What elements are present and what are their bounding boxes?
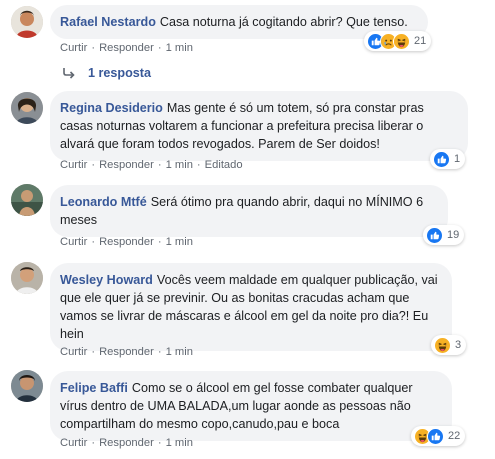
reaction-count: 19 <box>447 229 460 241</box>
comment-actions: Curtir · Responder · 1 min · Editado <box>60 159 243 171</box>
avatar[interactable] <box>11 184 43 216</box>
reply-button[interactable]: Responder <box>99 437 154 449</box>
comment-author[interactable]: Felipe Baffi <box>60 381 128 395</box>
comment-text: Casa noturna já cogitando abrir? Que ten… <box>159 15 408 29</box>
comment-actions: Curtir · Responder · 1 min <box>60 236 193 248</box>
avatar[interactable] <box>11 262 43 294</box>
comment-actions: Curtir · Responder · 1 min <box>60 437 193 449</box>
view-replies-link[interactable]: 1 resposta <box>62 66 151 80</box>
edited-label: Editado <box>204 159 243 171</box>
like-button[interactable]: Curtir <box>60 236 87 248</box>
reaction-count: 3 <box>455 339 462 351</box>
reaction-summary[interactable]: 22 <box>411 426 466 446</box>
reply-button[interactable]: Responder <box>99 42 154 54</box>
timestamp[interactable]: 1 min <box>166 159 193 171</box>
like-icon <box>426 226 443 244</box>
reaction-summary[interactable]: 1 <box>430 149 466 169</box>
reaction-count: 22 <box>448 430 461 442</box>
comment-author[interactable]: Wesley Howard <box>60 273 153 287</box>
reaction-summary[interactable]: 19 <box>423 225 465 245</box>
comment-actions: Curtir · Responder · 1 min <box>60 42 193 54</box>
timestamp[interactable]: 1 min <box>166 346 193 358</box>
like-button[interactable]: Curtir <box>60 159 87 171</box>
comment-actions: Curtir · Responder · 1 min <box>60 346 193 358</box>
reply-arrow-icon <box>63 68 75 79</box>
timestamp[interactable]: 1 min <box>166 437 193 449</box>
avatar[interactable] <box>11 370 43 402</box>
reaction-count: 21 <box>414 35 427 47</box>
reaction-summary[interactable]: 21 <box>364 31 432 51</box>
like-button[interactable]: Curtir <box>60 42 87 54</box>
timestamp[interactable]: 1 min <box>166 236 193 248</box>
like-icon <box>427 427 444 445</box>
avatar[interactable] <box>11 92 43 124</box>
comment-bubble: Wesley Howard Vocês veem maldade em qualq… <box>50 263 452 351</box>
like-button[interactable]: Curtir <box>60 437 87 449</box>
reaction-count: 1 <box>454 153 461 165</box>
reaction-summary[interactable]: 3 <box>431 335 467 355</box>
comment-bubble: Felipe Baffi Como se o álcool em gel foss… <box>50 371 452 441</box>
comment-author[interactable]: Rafael Nestardo <box>60 15 156 29</box>
like-button[interactable]: Curtir <box>60 346 87 358</box>
reply-button[interactable]: Responder <box>99 236 154 248</box>
comment-bubble: Regina Desiderio Mas gente é só um totem,… <box>50 91 468 161</box>
comment-author[interactable]: Leonardo Mtfé <box>60 195 147 209</box>
haha-icon <box>434 336 451 354</box>
haha-icon <box>393 32 410 50</box>
like-icon <box>433 150 450 168</box>
comment-bubble: Leonardo Mtfé Será ótimo pra quando abrir… <box>50 185 448 237</box>
reply-button[interactable]: Responder <box>99 159 154 171</box>
timestamp[interactable]: 1 min <box>166 42 193 54</box>
replies-count: 1 resposta <box>88 66 151 80</box>
reply-button[interactable]: Responder <box>99 346 154 358</box>
comment-author[interactable]: Regina Desiderio <box>60 101 163 115</box>
avatar[interactable] <box>11 6 43 38</box>
